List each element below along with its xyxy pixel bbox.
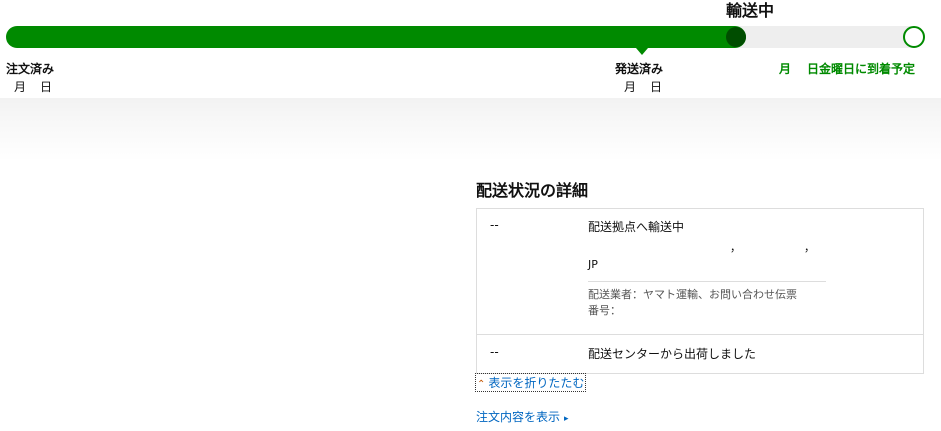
event-1-time: -- (490, 218, 499, 232)
progress-end-marker (903, 26, 925, 48)
step-shipped-date: 月 日 (624, 80, 664, 94)
collapse-details-label: 表示を折りたたむ (488, 376, 585, 390)
chevron-right-icon: ▸ (564, 414, 569, 424)
row-divider (476, 334, 924, 335)
double-chevron-up-icon: ⌃ (477, 379, 486, 390)
current-status-label: 輸送中 (726, 1, 775, 20)
event-1-tracking-number: 番号： (588, 304, 621, 317)
progress-fill (6, 26, 746, 48)
step-ordered-title: 注文済み (6, 62, 55, 76)
event-2-time: -- (490, 345, 499, 359)
eta-month: 月 (779, 62, 792, 76)
section-shadow (0, 98, 941, 162)
event-1-country: JP (588, 258, 598, 271)
step-shipped-title: 発送済み (615, 62, 664, 76)
event-2-description: 配送センターから出荷しました (588, 347, 757, 361)
tracking-details-heading: 配送状況の詳細 (476, 181, 589, 200)
event-1-location-separator: ， (804, 241, 815, 254)
eta-text: 日金曜日に到着予定 (807, 62, 916, 76)
view-order-link[interactable]: 注文内容を表示 ▸ (476, 408, 569, 425)
collapse-details-link[interactable]: ⌃ 表示を折りたたむ (474, 373, 587, 392)
view-order-label: 注文内容を表示 (476, 410, 561, 424)
step-ordered-date: 月 日 (14, 80, 54, 94)
event-1-description: 配送拠点へ輸送中 (588, 220, 685, 234)
event-1-carrier: 配送業者：ヤマト運輸、お問い合わせ伝票 (588, 288, 797, 301)
progress-current-marker (726, 27, 746, 47)
shipped-pointer-icon (636, 48, 648, 55)
carrier-divider (588, 281, 826, 282)
event-1-location-separator: ， (730, 241, 741, 254)
